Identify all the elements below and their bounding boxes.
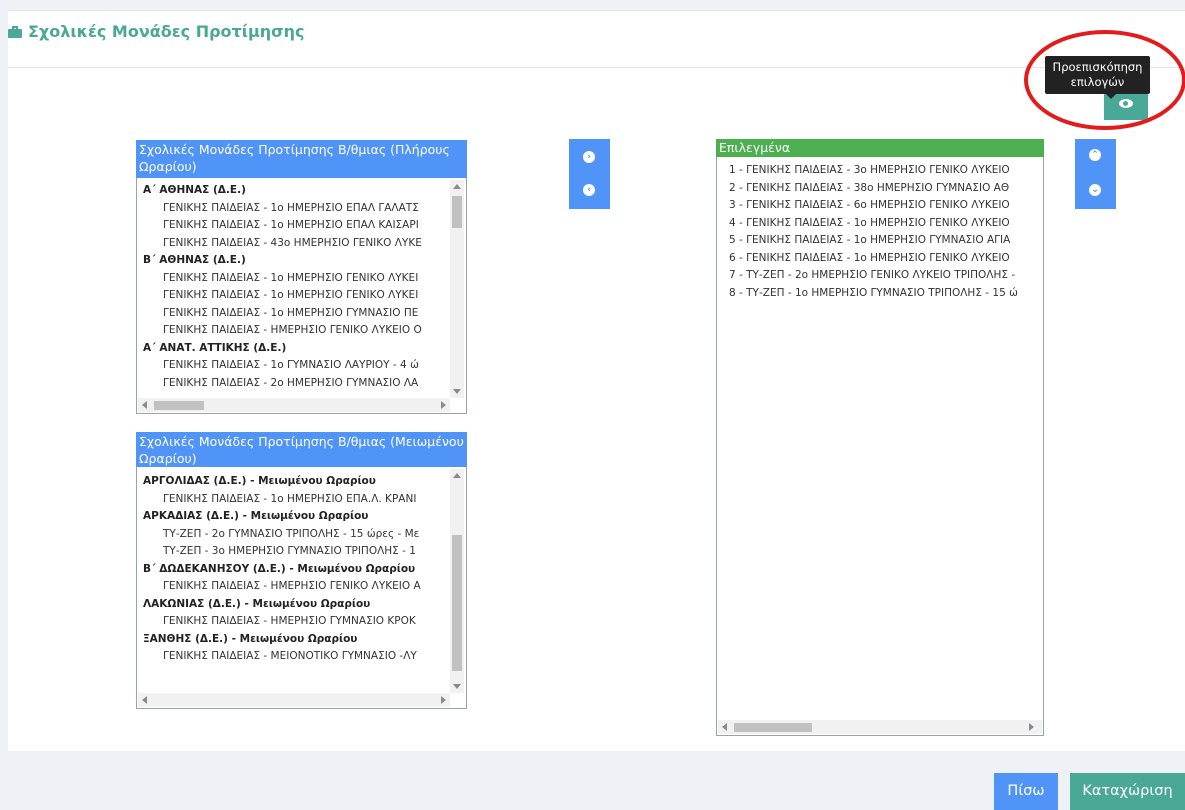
- list-group-header: Β΄ ΔΩΔΕΚΑΝΗΣΟΥ (Δ.Ε.) - Μειωμένου Ωραρίο…: [143, 562, 416, 575]
- list-item[interactable]: ΓΕΝΙΚΗΣ ΠΑΙΔΕΙΑΣ - ΜΕΙΟΝΟΤΙΚΟ ΓΥΜΝΑΣΙΟ -…: [137, 648, 450, 666]
- move-down-button[interactable]: ⌄: [1089, 184, 1101, 196]
- scroll-left-arrow-icon[interactable]: [142, 696, 147, 704]
- scroll-thumb[interactable]: [452, 535, 462, 671]
- list-item[interactable]: ΓΕΝΙΚΗΣ ΠΑΙΔΕΙΑΣ - 1ο ΗΜΕΡΗΣΙΟ ΓΥΜΝΑΣΙΟ …: [137, 305, 450, 323]
- back-button[interactable]: Πίσω: [994, 773, 1058, 810]
- scroll-right-arrow-icon[interactable]: [441, 401, 446, 409]
- list-item[interactable]: ΓΕΝΙΚΗΣ ΠΑΙΔΕΙΑΣ - ΗΜΕΡΗΣΙΟ ΓΥΜΝΑΣΙΟ ΚΡΟ…: [137, 613, 450, 631]
- page-title: Σχολικές Μονάδες Προτίμησης: [28, 22, 305, 41]
- full-time-horizontal-scrollbar[interactable]: [138, 398, 450, 412]
- list-group-header: ΛΑΚΩΝΙΑΣ (Δ.Ε.) - Μειωμένου Ωραρίου: [143, 597, 371, 610]
- selected-list-item[interactable]: 1 - ΓΕΝΙΚΗΣ ΠΑΙΔΕΙΑΣ - 3ο ΗΜΕΡΗΣΙΟ ΓΕΝΙΚ…: [717, 162, 1043, 180]
- header-divider: [8, 67, 1185, 68]
- full-time-listbox[interactable]: Σχολικές Μονάδες Προτίμησης Β/θμιας (Πλή…: [136, 140, 467, 414]
- reduced-time-horizontal-scrollbar[interactable]: [138, 693, 450, 707]
- list-item[interactable]: ΤΥ-ΖΕΠ - 3ο ΗΜΕΡΗΣΙΟ ΓΥΜΝΑΣΙΟ ΤΡΙΠΟΛΗΣ -…: [137, 543, 450, 561]
- selected-list-item[interactable]: 8 - ΤΥ-ΖΕΠ - 1ο ΗΜΕΡΗΣΙΟ ΓΥΜΝΑΣΙΟ ΤΡΙΠΟΛ…: [717, 285, 1043, 303]
- list-item[interactable]: ΓΕΝΙΚΗΣ ΠΑΙΔΕΙΑΣ - 1ο ΗΜΕΡΗΣΙΟ ΕΠΑΛ ΓΑΛΑ…: [137, 200, 450, 218]
- selected-list-item[interactable]: 3 - ΓΕΝΙΚΗΣ ΠΑΙΔΕΙΑΣ - 6ο ΗΜΕΡΗΣΙΟ ΓΕΝΙΚ…: [717, 197, 1043, 215]
- scroll-right-arrow-icon[interactable]: [441, 696, 446, 704]
- reduced-time-vertical-scrollbar[interactable]: [450, 469, 464, 693]
- scroll-thumb[interactable]: [452, 196, 462, 228]
- annotation-circle: [1024, 30, 1185, 130]
- reduced-time-listbox[interactable]: Σχολικές Μονάδες Προτίμησης Β/θμιας (Μει…: [136, 432, 467, 709]
- list-group-header: Β΄ ΑΘΗΝΑΣ (Δ.Ε.): [143, 254, 246, 266]
- transfer-buttons: › ‹: [569, 139, 610, 209]
- scroll-down-arrow-icon[interactable]: [453, 389, 461, 394]
- selected-list-item[interactable]: 2 - ΓΕΝΙΚΗΣ ΠΑΙΔΕΙΑΣ - 38ο ΗΜΕΡΗΣΙΟ ΓΥΜΝ…: [717, 180, 1043, 198]
- list-item[interactable]: ΓΕΝΙΚΗΣ ΠΑΙΔΕΙΑΣ - 2ο ΗΜΕΡΗΣΙΟ ΓΥΜΝΑΣΙΟ …: [137, 375, 450, 393]
- list-item[interactable]: ΓΕΝΙΚΗΣ ΠΑΙΔΕΙΑΣ - 1ο ΓΥΜΝΑΣΙΟ ΛΑΥΡΙΟΥ -…: [137, 357, 450, 375]
- move-up-button[interactable]: ⌃: [1089, 149, 1101, 161]
- list-item[interactable]: ΓΕΝΙΚΗΣ ΠΑΙΔΕΙΑΣ - 1ο ΗΜΕΡΗΣΙΟ ΕΠΑ.Λ. ΚΡ…: [137, 491, 450, 509]
- reduced-time-list-title: Σχολικές Μονάδες Προτίμησης Β/θμιας (Μει…: [136, 432, 467, 467]
- full-time-vertical-scrollbar[interactable]: [450, 180, 464, 398]
- scroll-down-arrow-icon[interactable]: [453, 684, 461, 689]
- order-buttons: ⌃ ⌄: [1075, 139, 1116, 209]
- selected-list-title: Επιλεγμένα: [716, 139, 1044, 157]
- selected-horizontal-scrollbar[interactable]: [718, 720, 1042, 734]
- briefcase-icon: [8, 25, 22, 38]
- scroll-right-arrow-icon[interactable]: [1029, 723, 1034, 731]
- list-item[interactable]: ΓΕΝΙΚΗΣ ΠΑΙΔΕΙΑΣ - 43ο ΗΜΕΡΗΣΙΟ ΓΕΝΙΚΟ Λ…: [137, 235, 450, 253]
- selected-list-item[interactable]: 5 - ΓΕΝΙΚΗΣ ΠΑΙΔΕΙΑΣ - 1ο ΗΜΕΡΗΣΙΟ ΓΥΜΝΑ…: [717, 232, 1043, 250]
- move-right-button[interactable]: ›: [583, 151, 595, 163]
- scroll-thumb[interactable]: [154, 401, 204, 410]
- list-group-header: ΑΡΓΟΛΙΔΑΣ (Δ.Ε.) - Μειωμένου Ωραρίου: [143, 475, 376, 487]
- list-item[interactable]: ΓΕΝΙΚΗΣ ΠΑΙΔΕΙΑΣ - ΗΜΕΡΗΣΙΟ ΓΕΝΙΚΟ ΛΥΚΕΙ…: [137, 578, 450, 596]
- list-group-header: ΞΑΝΘΗΣ (Δ.Ε.) - Μειωμένου Ωραρίου: [143, 632, 358, 645]
- submit-button[interactable]: Καταχώριση: [1070, 773, 1185, 810]
- list-item[interactable]: ΓΕΝΙΚΗΣ ΠΑΙΔΕΙΑΣ - 1ο ΗΜΕΡΗΣΙΟ ΕΠΑΛ ΚΑΙΣ…: [137, 217, 450, 235]
- selected-list-body[interactable]: 1 - ΓΕΝΙΚΗΣ ΠΑΙΔΕΙΑΣ - 3ο ΗΜΕΡΗΣΙΟ ΓΕΝΙΚ…: [717, 162, 1043, 722]
- selected-list-item[interactable]: 7 - ΤΥ-ΖΕΠ - 2ο ΗΜΕΡΗΣΙΟ ΓΕΝΙΚΟ ΛΥΚΕΙΟ Τ…: [717, 267, 1043, 285]
- list-item[interactable]: ΓΕΝΙΚΗΣ ΠΑΙΔΕΙΑΣ - 1ο ΗΜΕΡΗΣΙΟ ΓΕΝΙΚΟ ΛΥ…: [137, 270, 450, 288]
- list-item[interactable]: ΓΕΝΙΚΗΣ ΠΑΙΔΕΙΑΣ - ΗΜΕΡΗΣΙΟ ΓΕΝΙΚΟ ΛΥΚΕΙ…: [137, 322, 450, 340]
- list-group-header: Α΄ ΑΝΑΤ. ΑΤΤΙΚΗΣ (Δ.Ε.): [143, 341, 287, 354]
- selected-listbox[interactable]: Επιλεγμένα 1 - ΓΕΝΙΚΗΣ ΠΑΙΔΕΙΑΣ - 3ο ΗΜΕ…: [716, 139, 1044, 736]
- page-title-container: Σχολικές Μονάδες Προτίμησης: [8, 22, 304, 41]
- list-item[interactable]: ΓΕΝΙΚΗΣ ΠΑΙΔΕΙΑΣ - 1ο ΗΜΕΡΗΣΙΟ ΓΕΝΙΚΟ ΛΥ…: [137, 287, 450, 305]
- list-group-header: Α΄ ΑΘΗΝΑΣ (Δ.Ε.): [143, 184, 246, 196]
- list-item[interactable]: ΤΥ-ΖΕΠ - 2ο ΓΥΜΝΑΣΙΟ ΤΡΙΠΟΛΗΣ - 15 ώρες …: [137, 526, 450, 544]
- selected-list-item[interactable]: 4 - ΓΕΝΙΚΗΣ ΠΑΙΔΕΙΑΣ - 1ο ΗΜΕΡΗΣΙΟ ΓΕΝΙΚ…: [717, 215, 1043, 233]
- selected-list-item[interactable]: 6 - ΓΕΝΙΚΗΣ ΠΑΙΔΕΙΑΣ - 1ο ΗΜΕΡΗΣΙΟ ΓΕΝΙΚ…: [717, 250, 1043, 268]
- scroll-left-arrow-icon[interactable]: [722, 723, 727, 731]
- scroll-thumb[interactable]: [734, 723, 812, 732]
- reduced-time-list-body[interactable]: ΑΡΓΟΛΙΔΑΣ (Δ.Ε.) - Μειωμένου Ωραρίου ΓΕΝΙ…: [137, 473, 450, 693]
- scroll-left-arrow-icon[interactable]: [142, 401, 147, 409]
- scroll-up-arrow-icon[interactable]: [453, 473, 461, 478]
- move-left-button[interactable]: ‹: [583, 184, 595, 196]
- full-time-list-title: Σχολικές Μονάδες Προτίμησης Β/θμιας (Πλή…: [136, 140, 467, 178]
- scroll-up-arrow-icon[interactable]: [453, 184, 461, 189]
- list-group-header: ΑΡΚΑΔΙΑΣ (Δ.Ε.) - Μειωμένου Ωραρίου: [143, 510, 369, 522]
- full-time-list-body[interactable]: Α΄ ΑΘΗΝΑΣ (Δ.Ε.) ΓΕΝΙΚΗΣ ΠΑΙΔΕΙΑΣ - 1ο ΗΜ…: [137, 182, 450, 399]
